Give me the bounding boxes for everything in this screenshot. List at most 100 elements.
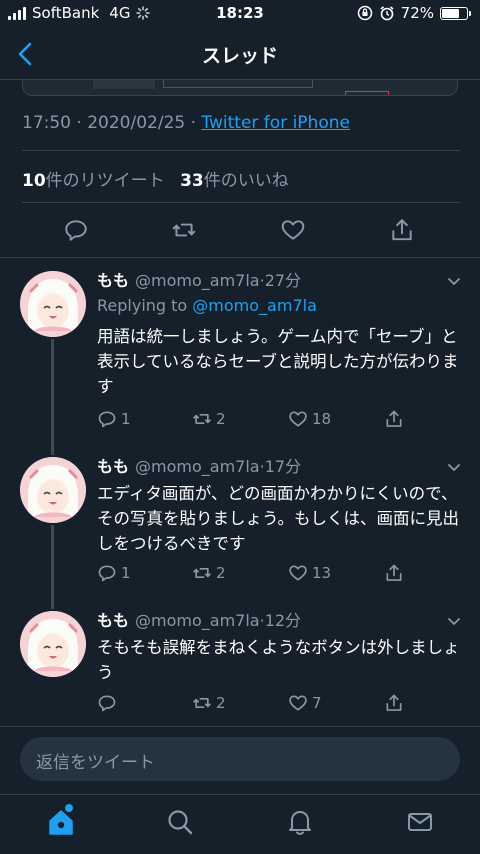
notification-dot — [65, 804, 73, 812]
likes-label: 件のいいね — [203, 171, 289, 191]
share-button[interactable] — [389, 217, 415, 243]
retweet-count: 2 — [216, 694, 226, 712]
reply-time: 17分 — [264, 457, 302, 476]
retweets-label: 件のリツイート — [45, 171, 165, 191]
share-button[interactable] — [384, 409, 404, 429]
reply-button[interactable] — [97, 693, 121, 713]
reply-text: 用語は統一しましょう。ゲーム内で「セーブ」と表示しているならセーブと説明した方が… — [97, 327, 459, 396]
retweet-icon — [193, 568, 211, 578]
avatar[interactable] — [20, 611, 86, 677]
avatar-image — [20, 611, 86, 677]
like-count: 33 — [180, 171, 204, 191]
tweet-media[interactable] — [22, 80, 458, 96]
like-count: 18 — [312, 410, 332, 428]
share-icon — [386, 694, 402, 711]
heart-icon — [289, 565, 307, 581]
avatar-image — [20, 457, 86, 523]
avatar[interactable] — [20, 271, 86, 337]
reply-count: 1 — [121, 564, 131, 582]
reply-text: そもそも誤解をまねくようなボタンは外しましょう — [97, 638, 460, 682]
tab-search[interactable] — [165, 807, 195, 837]
share-icon — [386, 564, 402, 581]
nav-bar: スレッド — [0, 28, 480, 80]
retweet-button[interactable]: 2 — [192, 563, 226, 583]
likes-stat[interactable]: 33件のいいね — [180, 171, 289, 191]
reply-icon — [65, 220, 87, 241]
like-count: 13 — [312, 564, 332, 582]
reply-actions: 1 2 13 — [97, 563, 427, 587]
share-icon — [386, 410, 402, 427]
share-button[interactable] — [384, 693, 404, 713]
handle[interactable]: @momo_am7la — [135, 457, 260, 476]
retweets-stat[interactable]: 10件のリツイート — [22, 171, 165, 191]
like-button[interactable]: 18 — [288, 409, 331, 429]
reply-actions: 1 2 18 — [97, 409, 427, 433]
heart-icon — [289, 411, 307, 427]
reply-count: 1 — [121, 410, 131, 428]
reply-text: エディタ画面が、どの画面かわかりにくいので、その写真を貼りましょう。もしくは、画… — [97, 484, 460, 553]
retweet-icon — [193, 414, 211, 424]
tab-messages[interactable] — [405, 807, 435, 837]
retweet-count: 10 — [22, 171, 46, 191]
like-button[interactable]: 13 — [288, 563, 331, 583]
heart-icon — [289, 695, 307, 711]
like-button[interactable] — [280, 217, 306, 243]
reply-icon — [98, 695, 116, 712]
display-name[interactable]: もも — [97, 457, 129, 476]
retweet-count: 2 — [216, 410, 226, 428]
handle[interactable]: @momo_am7la — [135, 271, 260, 290]
mail-icon — [408, 813, 432, 831]
thread-line — [51, 433, 54, 455]
retweet-icon — [172, 223, 196, 237]
dot-separator: · — [190, 113, 197, 133]
tweet-stats: 10件のリツイート 33件のいいね — [22, 166, 289, 191]
reply-button[interactable] — [63, 217, 89, 243]
reply-button[interactable]: 1 — [97, 409, 131, 429]
retweet-icon — [193, 698, 211, 708]
retweet-button[interactable] — [171, 217, 197, 243]
tab-bar — [0, 794, 480, 854]
thread-line — [51, 585, 54, 609]
reply-time: 12分 — [264, 611, 302, 630]
replying-to-link[interactable]: @momo_am7la — [192, 296, 317, 315]
search-icon — [168, 810, 193, 835]
battery-icon — [440, 6, 471, 20]
chevron-down-icon[interactable] — [446, 459, 462, 475]
handle[interactable]: @momo_am7la — [135, 611, 260, 630]
divider — [22, 150, 460, 151]
status-bar: SoftBank 4G 18:23 72% — [0, 0, 480, 28]
home-icon — [49, 810, 73, 835]
tweet-source-link[interactable]: Twitter for iPhone — [201, 113, 350, 133]
reply-header: もも @momo_am7la·12分 — [97, 609, 462, 633]
display-name[interactable]: もも — [97, 271, 129, 290]
avatar[interactable] — [20, 457, 86, 523]
reply-header: もも @momo_am7la·17分 — [97, 455, 462, 479]
battery-percent: 72% — [400, 4, 434, 22]
chevron-down-icon[interactable] — [446, 273, 462, 289]
tweet-time: 17:50 — [22, 113, 71, 133]
tab-notifications[interactable] — [285, 807, 315, 837]
retweet-button[interactable]: 2 — [192, 409, 226, 429]
divider — [0, 257, 480, 258]
tweet-date: 2020/02/25 — [87, 113, 186, 133]
tweet-timestamp: 17:50 · 2020/02/25 · Twitter for iPhone — [22, 113, 350, 133]
reply-time: 27分 — [264, 271, 302, 290]
retweet-count: 2 — [216, 564, 226, 582]
reply-input[interactable]: 返信をツイート — [20, 737, 460, 781]
page-title: スレッド — [201, 45, 278, 67]
retweet-button[interactable]: 2 — [192, 693, 226, 713]
like-button[interactable]: 7 — [288, 693, 322, 713]
share-button[interactable] — [384, 563, 404, 583]
reply-header: もも @momo_am7la·27分 — [97, 269, 462, 293]
reply-icon — [98, 411, 116, 428]
rotation-lock-icon — [357, 5, 372, 21]
display-name[interactable]: もも — [97, 611, 129, 630]
dot-separator: · — [76, 113, 82, 133]
bell-icon — [289, 811, 311, 835]
replying-to-label: Replying to — [97, 296, 193, 315]
reply-button[interactable]: 1 — [97, 563, 131, 583]
divider — [22, 202, 460, 203]
heart-icon — [281, 220, 305, 240]
tab-home[interactable] — [46, 804, 76, 837]
chevron-down-icon[interactable] — [446, 613, 462, 629]
